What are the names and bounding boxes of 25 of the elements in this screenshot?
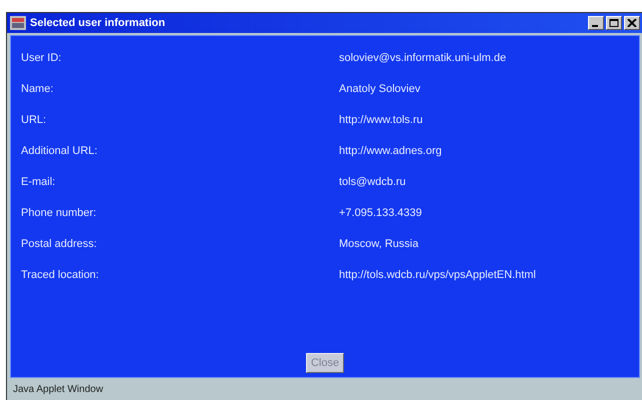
field-label: User ID:	[20, 52, 62, 64]
close-icon	[627, 19, 637, 27]
window-title: Selected user information	[30, 17, 166, 29]
close-dialog-button[interactable]: Close	[306, 353, 344, 373]
field-value: Anatoly Soloviev	[339, 82, 420, 94]
field-value: Moscow, Russia	[339, 238, 418, 250]
maximize-button[interactable]	[606, 16, 622, 30]
field-value: soloviev@vs.informatik.uni-ulm.de	[339, 52, 506, 64]
field-value: http://www.tols.ru	[339, 114, 423, 126]
field-label: Additional URL:	[20, 144, 98, 156]
field-value: +7.095.133.4339	[339, 206, 422, 218]
field-value: http://tols.wdcb.ru/vps/vpsAppletEN.html	[339, 268, 536, 280]
status-text: Java Applet Window	[13, 384, 104, 394]
field-value: tols@wdcb.ru	[339, 176, 406, 188]
minimize-button[interactable]	[588, 16, 604, 30]
window-icon	[10, 16, 26, 30]
field-label: E-mail:	[20, 176, 56, 188]
field-value: http://www.adnes.org	[339, 144, 442, 156]
field-label: URL:	[20, 114, 48, 126]
field-label: Postal address:	[20, 238, 98, 250]
field-label: Phone number:	[20, 206, 98, 218]
field-label: Traced location:	[20, 268, 100, 280]
close-button[interactable]	[624, 16, 640, 30]
maximize-icon	[609, 19, 619, 27]
field-label: Name:	[20, 82, 54, 94]
